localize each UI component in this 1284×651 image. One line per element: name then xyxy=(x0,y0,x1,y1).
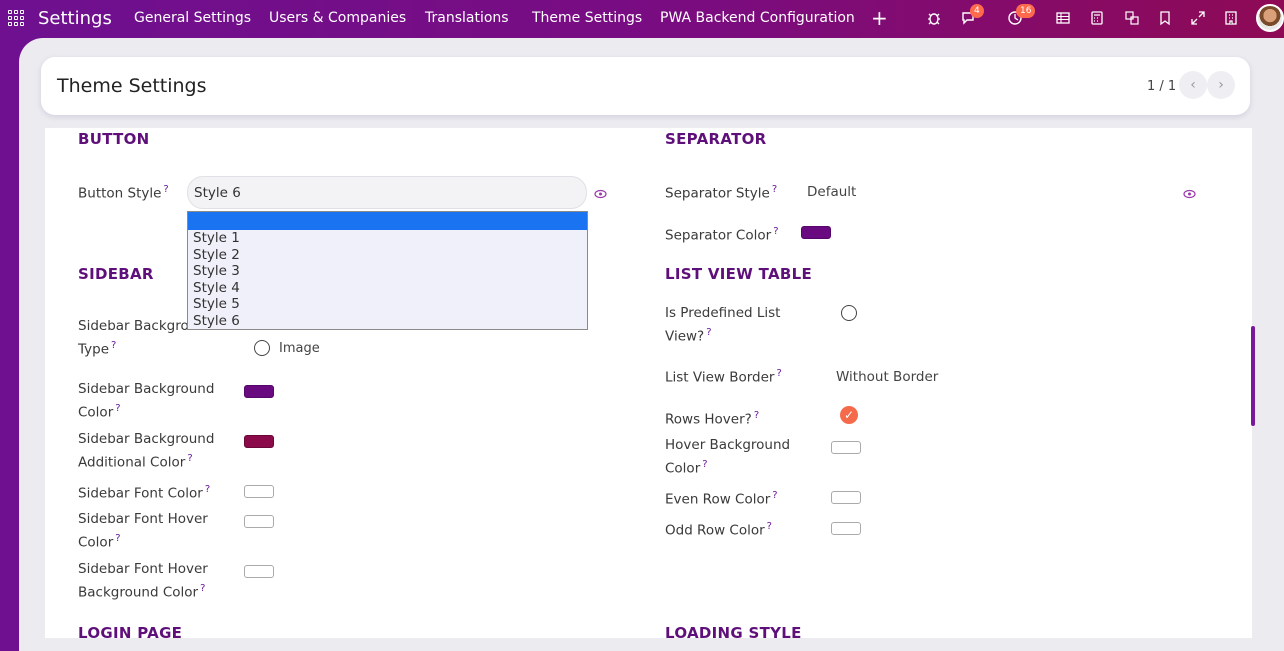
bug-icon[interactable] xyxy=(924,8,944,28)
scrollbar[interactable] xyxy=(1251,326,1255,426)
sidebar-bg-add-color-swatch[interactable] xyxy=(244,435,274,448)
chat-icon[interactable]: 4 xyxy=(959,4,984,28)
pager-next-button[interactable]: › xyxy=(1207,71,1235,99)
separator-color-swatch[interactable] xyxy=(801,226,831,239)
button-style-label: Button Style? xyxy=(78,184,169,202)
sidebar-font-color-label: Sidebar Font Color? xyxy=(78,484,211,502)
menu-general-settings[interactable]: General Settings xyxy=(134,0,251,36)
dropdown-option[interactable]: Style 4 xyxy=(188,280,587,297)
expand-icon[interactable] xyxy=(1188,8,1208,28)
sidebar-font-color-swatch[interactable] xyxy=(244,485,274,498)
section-list-view-title: LIST VIEW TABLE xyxy=(665,265,813,283)
sidebar-font-hover-bg-swatch[interactable] xyxy=(244,565,274,578)
even-row-color-label: Even Row Color? xyxy=(665,490,778,508)
menu-pwa-backend[interactable]: PWA Backend Configuration xyxy=(660,0,855,36)
eye-icon[interactable] xyxy=(594,184,607,203)
section-button-title: BUTTON xyxy=(78,130,150,148)
button-style-dropdown[interactable]: Style 1 Style 2 Style 3 Style 4 Style 5 … xyxy=(187,211,588,330)
eye-icon[interactable] xyxy=(1183,184,1196,203)
sidebar-bg-type-image-label: Image xyxy=(279,341,320,356)
check-icon[interactable]: ✓ xyxy=(840,406,858,424)
activity-badge: 16 xyxy=(1016,4,1036,18)
calculator-icon[interactable] xyxy=(1087,8,1107,28)
separator-style-value[interactable]: Default xyxy=(807,184,856,200)
predefined-list-view-toggle[interactable] xyxy=(841,305,857,321)
menu-theme-settings[interactable]: Theme Settings xyxy=(532,0,642,36)
sidebar-font-hover-label: Sidebar Font Hover Color? xyxy=(78,511,208,551)
hover-bg-color-swatch[interactable] xyxy=(831,441,861,454)
section-loading-title: LOADING STYLE xyxy=(665,624,802,642)
clock-icon[interactable]: 16 xyxy=(1005,4,1036,28)
table-icon[interactable] xyxy=(1053,8,1073,28)
even-row-color-swatch[interactable] xyxy=(831,491,861,504)
separator-color-label: Separator Color? xyxy=(665,226,779,244)
app-name[interactable]: Settings xyxy=(38,0,112,36)
section-login-title: LOGIN PAGE xyxy=(78,624,183,642)
add-menu-button[interactable]: + xyxy=(871,0,888,36)
sidebar-bg-add-color-label: Sidebar Background Additional Color? xyxy=(78,431,215,471)
section-separator-title: SEPARATOR xyxy=(665,130,767,148)
top-navbar: Settings General Settings Users & Compan… xyxy=(0,0,1284,36)
sidebar-bg-type-image-radio[interactable] xyxy=(254,340,270,356)
page-title: Theme Settings xyxy=(57,75,207,97)
predefined-list-view-label: Is Predefined List View?? xyxy=(665,305,781,345)
bookmark-icon[interactable] xyxy=(1155,8,1175,28)
odd-row-color-label: Odd Row Color? xyxy=(665,521,772,539)
chat-badge: 4 xyxy=(970,4,984,18)
user-avatar[interactable] xyxy=(1256,4,1284,32)
rows-hover-label: Rows Hover?? xyxy=(665,410,760,428)
odd-row-color-swatch[interactable] xyxy=(831,522,861,535)
list-view-border-value[interactable]: Without Border xyxy=(836,369,938,385)
control-panel: Theme Settings 1 / 1 ‹ › xyxy=(41,57,1250,115)
building-icon[interactable] xyxy=(1221,8,1241,28)
sidebar-font-hover-bg-label: Sidebar Font Hover Background Color? xyxy=(78,561,208,601)
pager-value[interactable]: 1 / 1 xyxy=(1147,79,1176,94)
dropdown-option[interactable]: Style 2 xyxy=(188,247,587,264)
sidebar-bg-color-swatch[interactable] xyxy=(244,385,274,398)
help-icon[interactable]: ? xyxy=(163,184,168,195)
hover-bg-color-label: Hover Background Color? xyxy=(665,437,791,477)
menu-users-companies[interactable]: Users & Companies xyxy=(269,0,406,36)
dropdown-option-empty[interactable] xyxy=(188,212,587,230)
pager-prev-button[interactable]: ‹ xyxy=(1179,71,1207,99)
dropdown-option[interactable]: Style 1 xyxy=(188,230,587,247)
list-view-border-label: List View Border? xyxy=(665,368,782,386)
menu-translations[interactable]: Translations xyxy=(425,0,509,36)
translate-icon[interactable] xyxy=(1122,8,1142,28)
sidebar-bg-color-label: Sidebar Background Color? xyxy=(78,381,215,421)
dropdown-option[interactable]: Style 3 xyxy=(188,263,587,280)
dropdown-option[interactable]: Style 5 xyxy=(188,296,587,313)
separator-style-label: Separator Style? xyxy=(665,184,778,202)
button-style-select[interactable]: Style 6 xyxy=(187,176,587,209)
section-sidebar-title: SIDEBAR xyxy=(78,265,154,283)
app-grid-icon[interactable] xyxy=(8,0,28,36)
sidebar-font-hover-swatch[interactable] xyxy=(244,515,274,528)
dropdown-option[interactable]: Style 6 xyxy=(188,313,587,330)
